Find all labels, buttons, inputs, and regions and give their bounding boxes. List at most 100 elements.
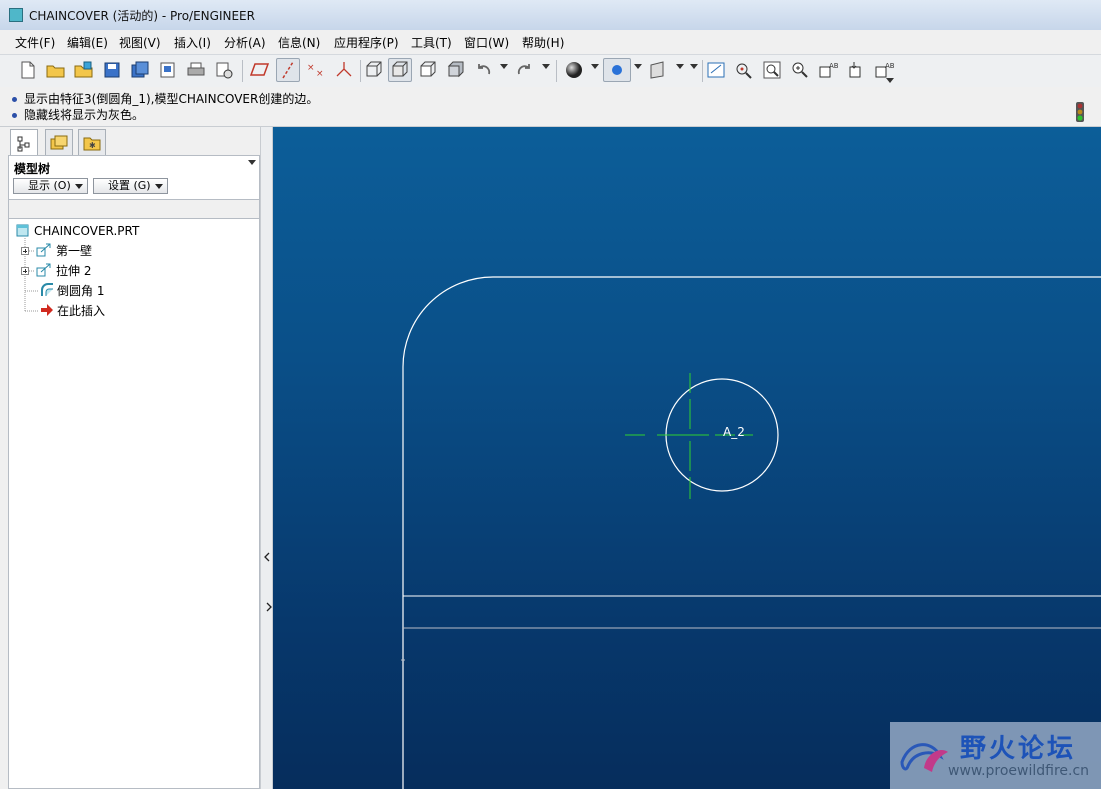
chevron-down-icon [154,184,163,189]
graphics-window[interactable]: A_2 [273,127,1101,789]
sketch-orientation-icon[interactable] [704,58,728,82]
toolbar-separator [360,60,361,82]
view-manager-dropdown-icon[interactable] [676,64,684,69]
message-text: 显示由特征3(倒圆角_1),模型CHAINCOVER创建的边。 [24,92,319,106]
tab-model-tree[interactable] [10,129,38,157]
app-icon [9,8,23,22]
message-line: 隐藏线将显示为灰色。 [12,106,144,123]
message-bullet-icon [12,97,17,102]
watermark-url: www.proewildfire.cn [948,763,1090,779]
tree-item-insert-here[interactable]: 在此插入 [40,302,105,320]
menu-bar: 文件(F) 编辑(E) 视图(V) 插入(I) 分析(A) 信息(N) 应用程序… [0,30,1101,54]
saved-views-dropdown-icon[interactable] [886,78,894,83]
show-button-label: 显示 (O) [28,179,71,192]
tree-item-extrude-2[interactable]: 拉伸 2 [36,262,91,280]
new-file-icon[interactable] [16,58,40,82]
round-icon [41,283,53,296]
watermark-logo [900,743,948,772]
menu-analysis[interactable]: 分析(A) [222,34,268,51]
view-dropdown-icon[interactable] [690,64,698,69]
save-icon[interactable] [100,58,124,82]
expand-right-icon[interactable] [265,602,273,612]
datum-plane-display-icon[interactable] [248,58,272,82]
menu-file[interactable]: 文件(F) [13,34,57,51]
traffic-light-icon[interactable] [1075,102,1085,122]
tab-folder-browser[interactable] [45,129,73,155]
datum-axis-display-icon[interactable] [276,58,300,82]
print-icon[interactable] [184,58,208,82]
reorient-icon[interactable] [844,58,868,82]
hidden-line-icon[interactable] [388,58,412,82]
datum-point-display-icon[interactable]: × × [304,58,328,82]
message-area: 显示由特征3(倒圆角_1),模型CHAINCOVER创建的边。 隐藏线将显示为灰… [0,87,1101,127]
model-tree-title: 模型树 [14,162,51,176]
menu-info[interactable]: 信息(N) [276,34,322,51]
spin-center-icon[interactable] [732,58,756,82]
menu-edit[interactable]: 编辑(E) [65,34,110,51]
svg-text:×: × [316,69,324,79]
undo-icon[interactable] [472,58,496,82]
view-manager-icon[interactable] [646,58,670,82]
menu-applications[interactable]: 应用程序(P) [332,34,401,51]
save-copy-icon[interactable] [128,58,152,82]
redo-icon[interactable] [512,58,536,82]
tree-item-label: 拉伸 2 [56,264,92,278]
refit-icon[interactable]: AB [816,58,840,82]
menu-window[interactable]: 窗口(W) [462,34,511,51]
send-mail-icon[interactable] [212,58,236,82]
panel-menu-dropdown-icon[interactable] [248,160,256,165]
coordinate-system-display-icon[interactable] [332,58,356,82]
watermark-title: 野火论坛 [960,734,1077,764]
no-hidden-icon[interactable] [416,58,440,82]
show-button[interactable]: 显示 (O) [13,178,88,194]
tree-filter-bar [8,200,260,218]
tree-item-label: 在此插入 [57,304,106,318]
menu-help[interactable]: 帮助(H) [520,34,566,51]
backup-icon[interactable] [156,58,180,82]
toolbar-separator [556,60,557,82]
settings-button[interactable]: 设置 (G) [93,178,168,194]
insert-here-arrow-icon [41,304,53,316]
toolbar-separator [702,60,703,82]
toolbar: × × AB AB [0,54,1101,88]
color-icon[interactable] [603,58,631,82]
toolbar-separator [242,60,243,82]
feature-icon [36,243,51,257]
zoom-in-icon[interactable] [788,58,812,82]
message-line: 显示由特征3(倒圆角_1),模型CHAINCOVER创建的边。 [12,90,318,107]
svg-text:AB: AB [885,62,894,70]
panel-splitter[interactable] [260,127,273,789]
tree-item-round-1[interactable]: 倒圆角 1 [40,282,104,300]
chevron-down-icon [74,184,83,189]
open-session-icon[interactable] [72,58,96,82]
wireframe-icon[interactable] [362,58,386,82]
tree-item-first-wall[interactable]: 第一壁 [36,242,92,260]
undo-dropdown-icon[interactable] [500,64,508,69]
menu-insert[interactable]: 插入(I) [172,34,213,51]
expand-icon[interactable] [21,267,29,275]
expand-icon[interactable] [21,247,29,255]
svg-text:✱: ✱ [89,141,96,150]
extrude-icon [36,263,51,277]
svg-text:×: × [307,63,315,73]
menu-view[interactable]: 视图(V) [117,34,163,51]
window-title: CHAINCOVER (活动的) - Pro/ENGINEER [29,9,255,23]
message-text: 隐藏线将显示为灰色。 [24,108,145,122]
appearance-dropdown-icon[interactable] [591,64,599,69]
color-dropdown-icon[interactable] [634,64,642,69]
model-tree: CHAINCOVER.PRT 第一壁 拉伸 2 倒圆角 1 在此插入 [8,218,260,789]
collapse-left-icon[interactable] [263,552,271,562]
shading-icon[interactable] [444,58,468,82]
part-outline-edge [402,276,1101,789]
tree-item-label: 倒圆角 1 [57,284,105,298]
appearance-sphere-icon[interactable] [562,58,586,82]
tree-item-label: 第一壁 [56,244,93,258]
menu-tools[interactable]: 工具(T) [409,34,454,51]
tab-favorites[interactable]: ✱ [78,129,106,155]
settings-button-label: 设置 (G) [108,179,151,192]
axis-label: A_2 [723,425,745,439]
zoom-window-icon[interactable] [760,58,784,82]
model-geometry: A_2 [401,276,1101,789]
open-file-icon[interactable] [44,58,68,82]
redo-dropdown-icon[interactable] [542,64,550,69]
